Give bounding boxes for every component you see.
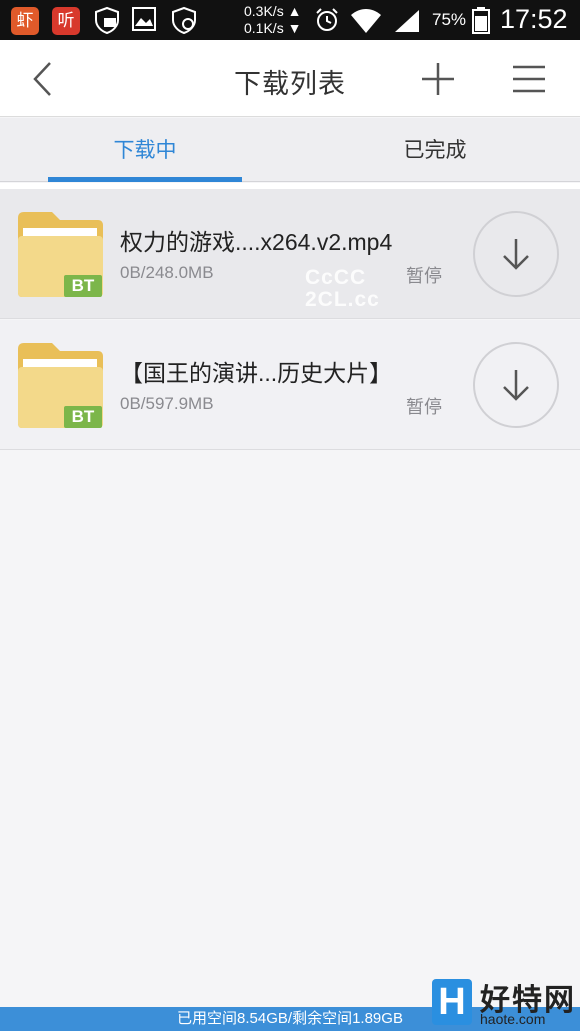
start-download-button[interactable] xyxy=(473,211,559,297)
download-speed: 0.1K/s ▼ xyxy=(244,20,302,36)
download-arrow-icon xyxy=(503,370,529,401)
status-bar: 虾 听 0.3K/s ▲ 0.1K/s ▼ 75% 17:52 xyxy=(0,0,580,40)
download-size: 0B/248.0MB xyxy=(120,263,214,282)
watermark: CcCC 2CL.cc xyxy=(305,266,380,311)
alarm-icon xyxy=(316,8,338,31)
sync-shield-icon xyxy=(172,6,196,34)
download-item[interactable]: BT 【国王的演讲...历史大片】 0B/597.9MB 暂停 xyxy=(0,320,580,450)
download-item[interactable]: BT 权力的游戏....x264.v2.mp4 0B/248.0MB CcCC … xyxy=(0,189,580,319)
site-logo: H 好特网 haote.com xyxy=(430,975,580,1031)
download-title: 权力的游戏....x264.v2.mp4 xyxy=(120,229,393,255)
plus-icon xyxy=(422,62,454,95)
download-title: 【国王的演讲...历史大片】 xyxy=(120,360,393,386)
wifi-icon xyxy=(351,9,381,33)
add-download-button[interactable] xyxy=(408,40,468,117)
app-header: 下载列表 xyxy=(0,40,580,117)
tab-bar: 下载中 已完成 xyxy=(0,118,580,182)
active-tab-indicator xyxy=(48,177,242,182)
upload-speed: 0.3K/s ▲ xyxy=(244,3,302,19)
start-download-button[interactable] xyxy=(473,342,559,428)
bt-badge: BT xyxy=(64,275,102,297)
menu-icon xyxy=(513,65,545,92)
battery-percent: 75% xyxy=(432,10,467,29)
gallery-icon xyxy=(132,7,156,31)
network-speed: 0.3K/s ▲ 0.1K/s ▼ xyxy=(244,3,301,37)
listen-app-icon: 听 xyxy=(52,7,80,35)
battery-icon xyxy=(472,7,490,34)
logo-mark: H xyxy=(432,979,472,1025)
download-arrow-icon xyxy=(503,239,529,270)
logo-domain: haote.com xyxy=(480,1011,546,1027)
page-title: 下载列表 xyxy=(234,69,346,99)
tab-downloading[interactable]: 下载中 xyxy=(0,118,290,182)
menu-button[interactable] xyxy=(499,40,559,117)
tab-completed[interactable]: 已完成 xyxy=(290,118,580,182)
bt-badge: BT xyxy=(64,406,102,428)
signal-icon xyxy=(395,10,419,32)
xiami-app-icon: 虾 xyxy=(11,7,39,35)
security-shield-icon xyxy=(95,6,119,34)
download-size: 0B/597.9MB xyxy=(120,394,214,413)
download-status: 暂停 xyxy=(406,397,442,417)
clock: 17:52 xyxy=(500,4,568,34)
download-status: 暂停 xyxy=(406,266,442,286)
